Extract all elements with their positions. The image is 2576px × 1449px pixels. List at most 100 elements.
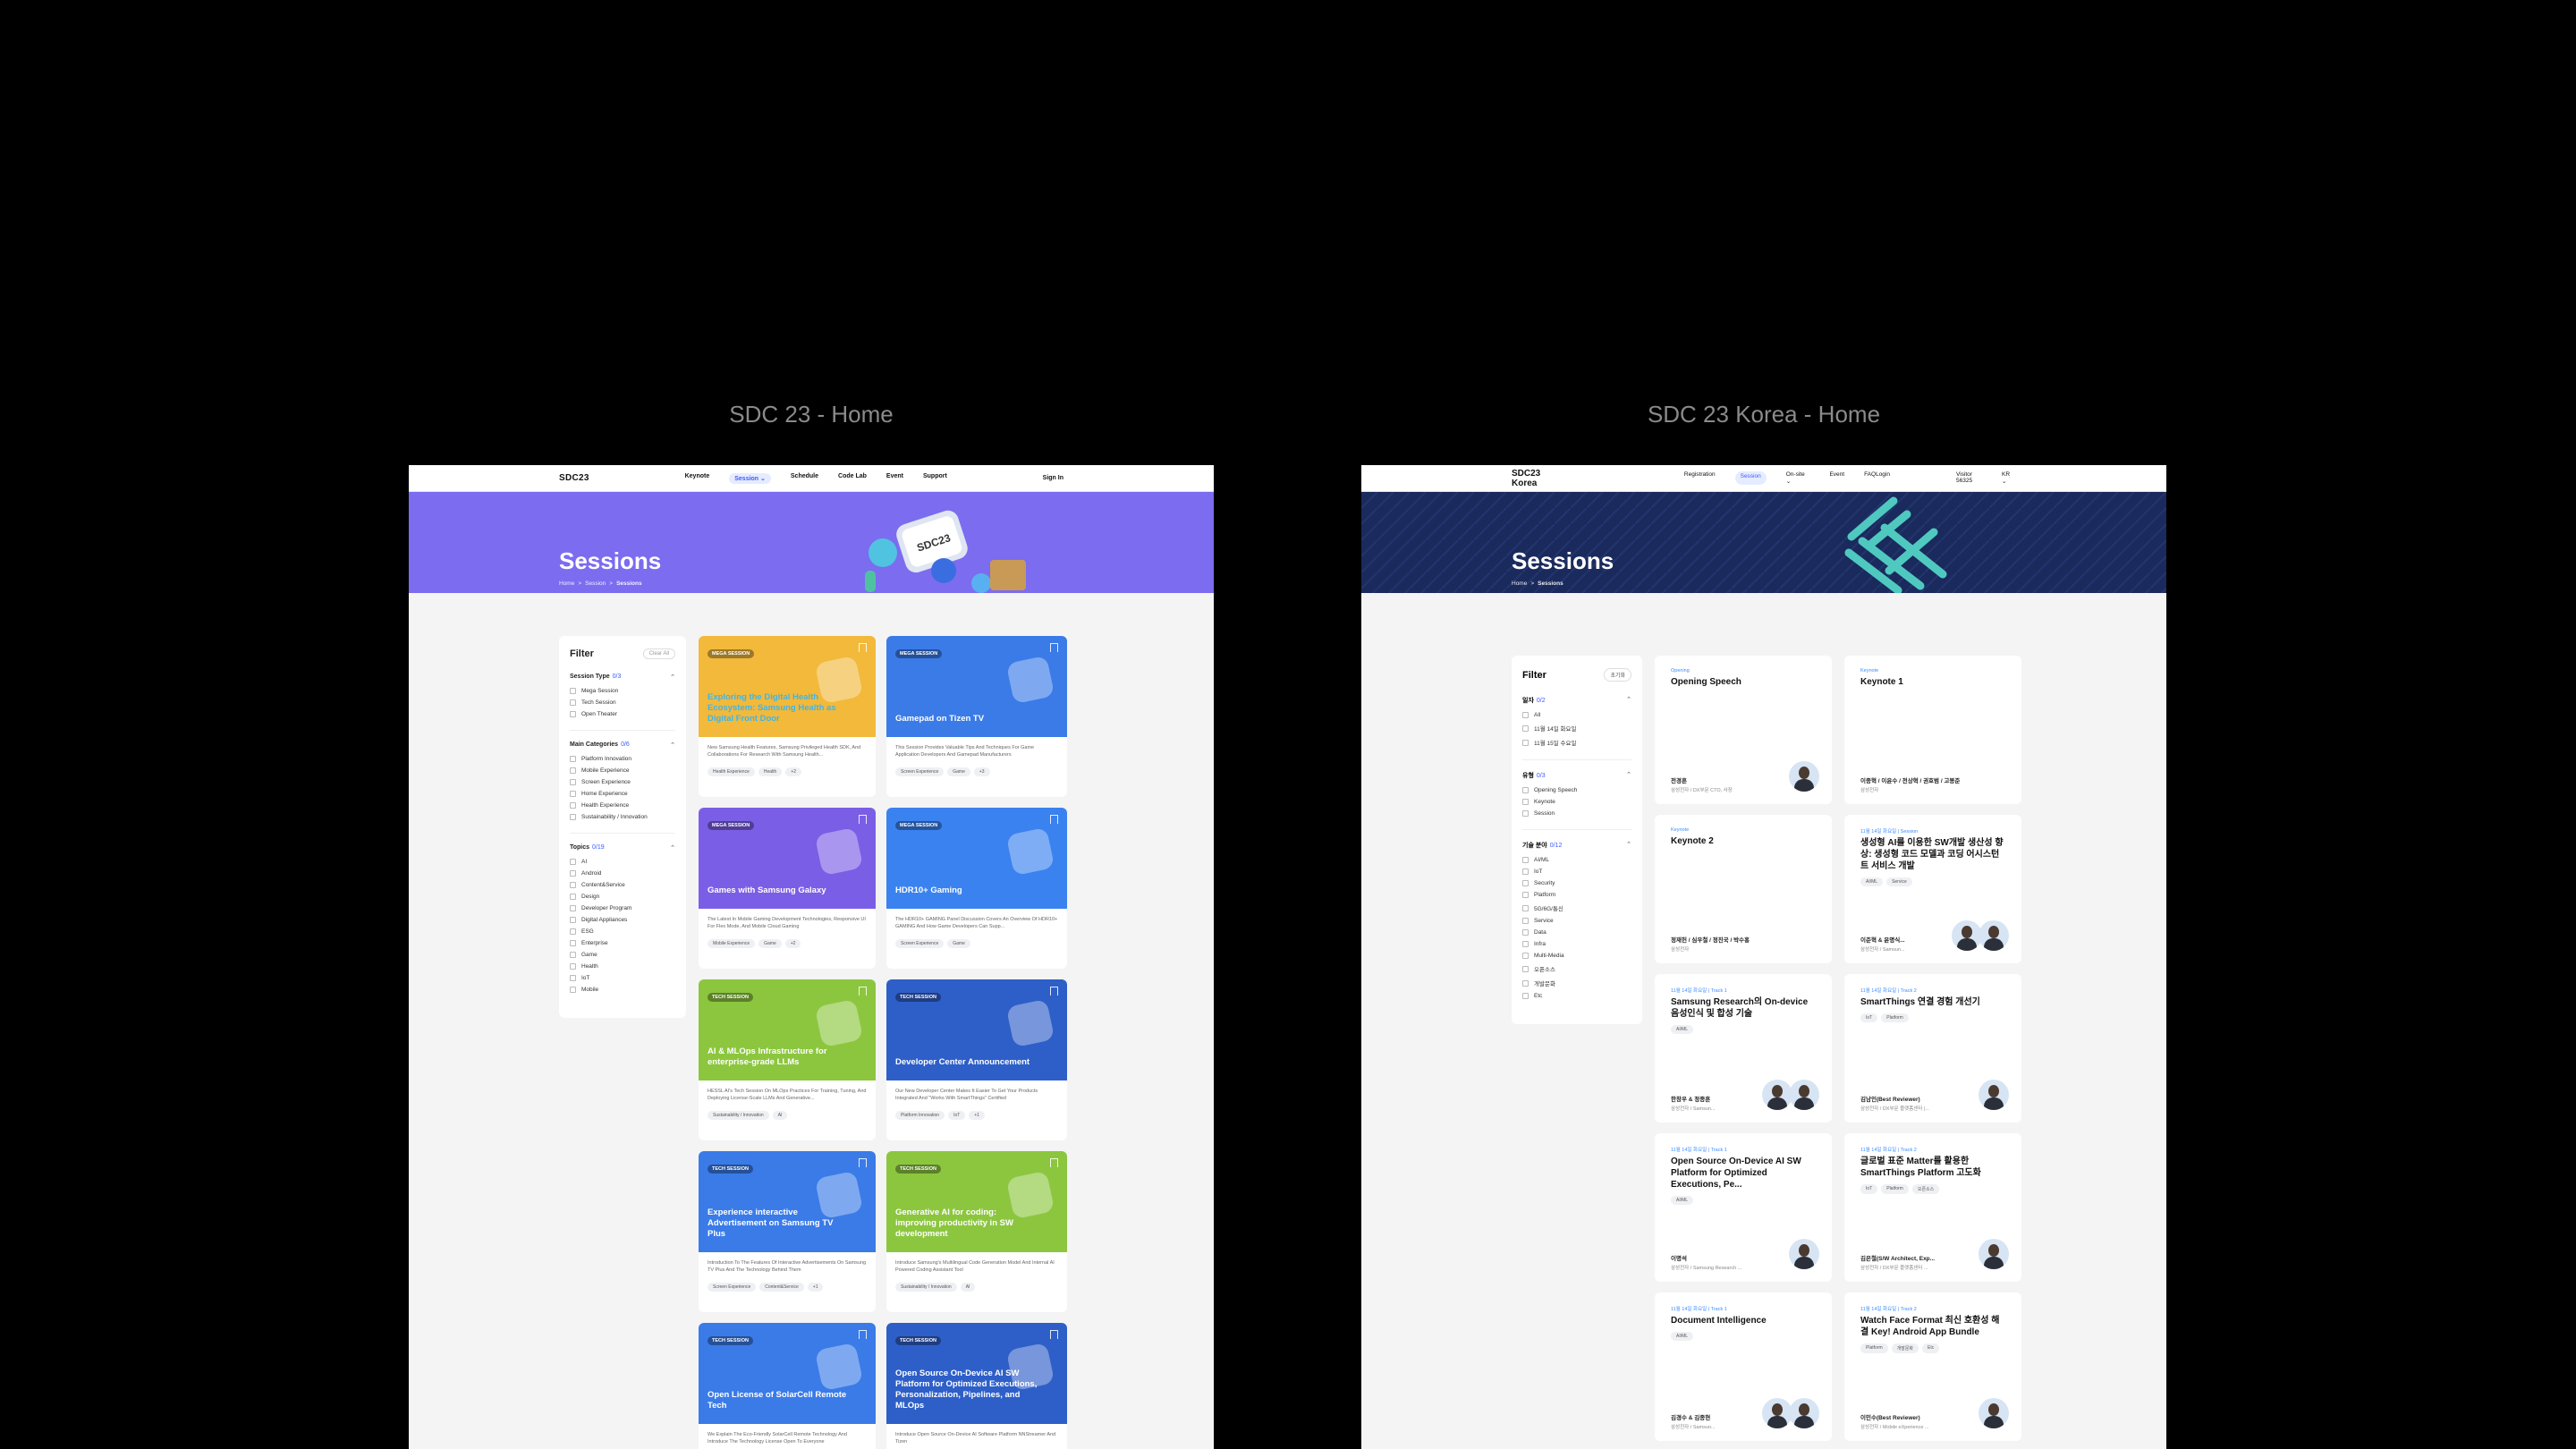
filter-option[interactable]: Sustainability / Innovation [570,814,675,820]
clear-all-button[interactable]: Clear All [642,648,675,659]
filter-option[interactable]: Service [1522,918,1631,924]
bookmark-icon[interactable] [859,643,867,652]
filter-option[interactable]: Digital Appliances [570,917,675,923]
checkbox[interactable] [570,859,576,865]
filter-option[interactable]: Content&Service [570,882,675,888]
session-card[interactable]: Keynote Keynote 1 이종혁 / 이윤수 / 전상혁 / 권호범 / … [1844,656,2021,804]
session-card[interactable]: TECH SESSION AI & MLOps Infrastructure fo… [699,979,876,1140]
checkbox[interactable] [570,767,576,774]
filter-option[interactable]: Design [570,894,675,900]
session-card-thumbnail[interactable]: MEGA SESSION HDR10+ Gaming [886,808,1067,909]
tag-chip[interactable]: +2 [784,939,801,948]
nav-item-2[interactable]: Schedule [791,473,818,484]
sign-in-link[interactable]: Sign In [1043,475,1063,481]
checkbox[interactable] [1522,929,1529,936]
tag-chip[interactable]: Platform Innovation [895,1111,945,1120]
filter-option[interactable]: Keynote [1522,799,1631,805]
chevron-up-icon[interactable]: ⌃ [670,844,675,852]
filter-option[interactable]: 11월 14일 화요일 [1522,724,1631,733]
tag-chip[interactable]: AI/ML [1671,1196,1694,1205]
tag-chip[interactable]: Platform [1881,1013,1909,1022]
filter-option[interactable]: 11월 15일 수요일 [1522,738,1631,747]
bookmark-icon[interactable] [1050,1158,1058,1167]
filter-option[interactable]: ESG [570,928,675,935]
bookmark-icon[interactable] [1050,643,1058,652]
checkbox[interactable] [570,905,576,911]
session-card[interactable]: TECH SESSION Open Source On-Device AI SW … [886,1323,1067,1449]
tag-chip[interactable]: AI/ML [1860,877,1884,886]
tag-chip[interactable]: 오픈소스 [1911,1184,1940,1194]
tag-chip[interactable]: +1 [969,1111,986,1120]
filter-option[interactable]: Mobile [570,987,675,993]
filter-option[interactable]: Open Theater [570,711,675,717]
chevron-up-icon[interactable]: ⌃ [670,674,675,681]
filter-option[interactable]: 개발문화 [1522,979,1631,987]
chevron-up-icon[interactable]: ⌃ [670,741,675,749]
session-card[interactable]: Keynote Keynote 2 정재헌 / 심우철 / 정진국 / 박수홍 삼성전… [1655,815,1832,963]
sdc-logo[interactable]: SDC23 [559,473,589,483]
filter-option[interactable]: Platform [1522,892,1631,898]
filter-group-header[interactable]: 유형 0/3 ⌃ [1522,771,1631,780]
nav-item-2[interactable]: On-site ⌄ [1786,471,1810,485]
filter-option[interactable]: Enterprise [570,940,675,946]
filter-option[interactable]: AI/ML [1522,857,1631,863]
bookmark-icon[interactable] [859,987,867,996]
filter-option[interactable]: Etc [1522,993,1631,999]
session-card-thumbnail[interactable]: MEGA SESSION Gamepad on Tizen TV [886,636,1067,737]
checkbox[interactable] [1522,880,1529,886]
checkbox[interactable] [1522,857,1529,863]
nav-item-1[interactable]: Session [1734,471,1767,485]
tag-chip[interactable]: Game [947,767,970,776]
filter-option[interactable]: Developer Program [570,905,675,911]
tag-chip[interactable]: IoT [1860,1184,1878,1194]
bookmark-icon[interactable] [1050,987,1058,996]
checkbox[interactable] [570,802,576,809]
filter-option[interactable]: Infra [1522,941,1631,947]
checkbox[interactable] [1522,799,1529,805]
tag-chip[interactable]: Platform [1860,1343,1888,1353]
nav-item-4[interactable]: FAQ [1864,471,1876,485]
session-card[interactable]: MEGA SESSION Gamepad on Tizen TV This Sess… [886,636,1067,797]
checkbox[interactable] [570,711,576,717]
session-card-thumbnail[interactable]: MEGA SESSION Games with Samsung Galaxy [699,808,876,909]
session-card[interactable]: 11월 14일 화요일 | Track 1 Document Intelligen… [1655,1292,1832,1441]
checkbox[interactable] [570,756,576,762]
checkbox[interactable] [570,699,576,706]
tag-chip[interactable]: IoT [1860,1013,1878,1022]
session-card[interactable]: 11월 14일 화요일 | Session 생성형 AI를 이용한 SW개발 생산… [1844,815,2021,963]
chevron-up-icon[interactable]: ⌃ [1626,696,1631,705]
nav-item-4[interactable]: Event [886,473,903,484]
nav-item-0[interactable]: Keynote [685,473,710,484]
checkbox[interactable] [1522,810,1529,817]
checkbox[interactable] [1522,892,1529,898]
tag-chip[interactable]: Health Experience [708,767,755,776]
checkbox[interactable] [570,987,576,993]
tag-chip[interactable]: 개발문화 [1891,1343,1919,1353]
checkbox[interactable] [1522,965,1529,972]
tag-chip[interactable]: Screen Experience [895,767,945,776]
filter-option[interactable]: Data [1522,929,1631,936]
filter-option[interactable]: Opening Speech [1522,787,1631,793]
filter-option[interactable]: Session [1522,810,1631,817]
checkbox[interactable] [570,952,576,958]
filter-option[interactable]: Multi-Media [1522,953,1631,959]
session-card[interactable]: 11월 14일 화요일 | Track 2 SmartThings 연결 경험 개… [1844,974,2021,1123]
filter-group-header[interactable]: Main Categories 0/6 ⌃ [570,741,675,749]
session-card[interactable]: TECH SESSION Experience interactive Adver… [699,1151,876,1312]
filter-group-header[interactable]: Session Type 0/3 ⌃ [570,674,675,681]
filter-option[interactable]: IoT [1522,869,1631,875]
nav-item-5[interactable]: Support [923,473,947,484]
checkbox[interactable] [1522,918,1529,924]
tag-chip[interactable]: Game [758,939,782,948]
filter-option[interactable]: 5G/6G/통신 [1522,903,1631,912]
tag-chip[interactable]: Sustainability / Innovation [895,1283,957,1292]
filter-group-header[interactable]: Topics 0/19 ⌃ [570,844,675,852]
nav-item-0[interactable]: Registration [1684,471,1716,485]
bookmark-icon[interactable] [1050,815,1058,824]
checkbox[interactable] [570,688,576,694]
tag-chip[interactable]: Content&Service [759,1283,804,1292]
breadcrumb-item[interactable]: Home [1512,580,1527,587]
bookmark-icon[interactable] [1050,1330,1058,1339]
checkbox[interactable] [1522,979,1529,987]
checkbox[interactable] [570,779,576,785]
